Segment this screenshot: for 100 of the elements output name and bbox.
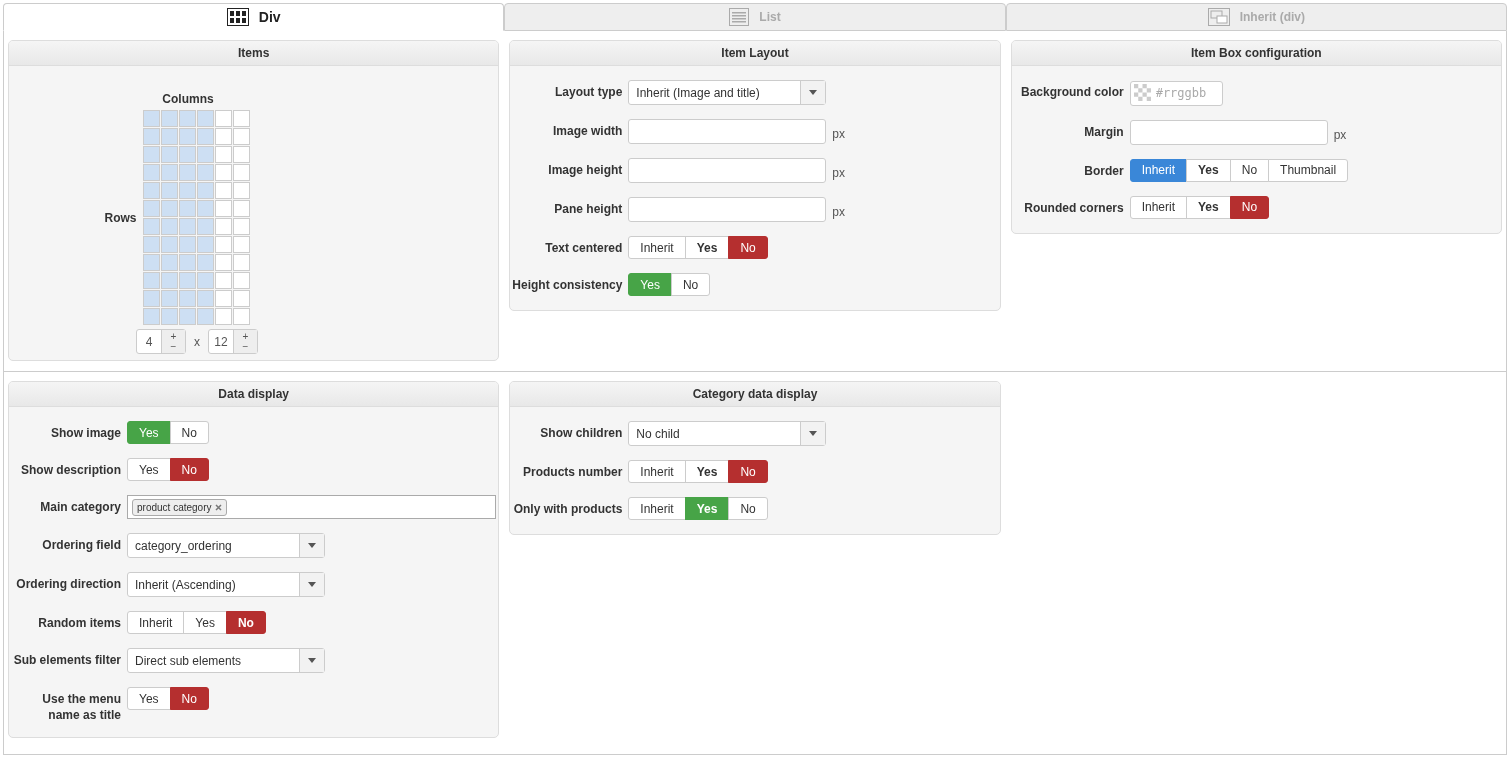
toggle-option[interactable]: No bbox=[728, 497, 768, 520]
toggle-option[interactable]: Yes bbox=[684, 236, 730, 259]
number-spinner[interactable]: 12 + − bbox=[208, 329, 258, 354]
grid-cell[interactable] bbox=[196, 254, 214, 271]
grid-cell[interactable] bbox=[142, 254, 160, 271]
grid-cell[interactable] bbox=[160, 308, 178, 325]
grid-cell[interactable] bbox=[232, 236, 250, 253]
grid-cell[interactable] bbox=[196, 110, 214, 127]
grid-cell[interactable] bbox=[142, 110, 160, 127]
grid-cell[interactable] bbox=[160, 272, 178, 289]
toggle-option[interactable]: Thumbnail bbox=[1268, 158, 1349, 182]
grid-cell[interactable] bbox=[178, 254, 196, 271]
input-field[interactable] bbox=[1129, 119, 1328, 145]
toggle-option[interactable]: No bbox=[670, 273, 711, 296]
grid-cell[interactable] bbox=[178, 236, 196, 253]
grid-cell[interactable] bbox=[142, 164, 160, 181]
grid-cell[interactable] bbox=[232, 146, 250, 163]
grid-cell[interactable] bbox=[232, 128, 250, 145]
grid-cell[interactable] bbox=[178, 290, 196, 307]
grid-cell[interactable] bbox=[160, 146, 178, 163]
grid-cell[interactable] bbox=[160, 128, 178, 145]
grid-cell[interactable] bbox=[142, 200, 160, 217]
grid-cell[interactable] bbox=[178, 110, 196, 127]
dropdown[interactable]: No child bbox=[628, 421, 827, 446]
grid-cell[interactable] bbox=[214, 110, 232, 127]
grid-cell[interactable] bbox=[214, 146, 232, 163]
input-field[interactable] bbox=[628, 197, 827, 222]
tag-field[interactable]: product category bbox=[127, 495, 497, 519]
grid-cell[interactable] bbox=[232, 200, 250, 217]
grid-cell[interactable] bbox=[232, 272, 250, 289]
toggle-option[interactable]: No bbox=[169, 458, 209, 481]
grid-cell[interactable] bbox=[196, 182, 214, 199]
minus-icon[interactable]: − bbox=[242, 341, 249, 352]
grid-cell[interactable] bbox=[178, 200, 196, 217]
grid-cell[interactable] bbox=[196, 290, 214, 307]
grid-cell[interactable] bbox=[160, 110, 178, 127]
toggle-option[interactable]: No bbox=[169, 421, 209, 444]
grid-cell[interactable] bbox=[142, 308, 160, 325]
grid-cell[interactable] bbox=[142, 128, 160, 145]
toggle-option[interactable]: Yes bbox=[127, 687, 171, 710]
grid-cell[interactable] bbox=[214, 290, 232, 307]
grid-cell[interactable] bbox=[142, 236, 160, 253]
grid-cell[interactable] bbox=[142, 182, 160, 199]
toggle-option[interactable]: Inherit bbox=[628, 236, 686, 259]
grid-cell[interactable] bbox=[214, 164, 232, 181]
toggle-option[interactable]: Inherit bbox=[1129, 195, 1187, 219]
grid-cell[interactable] bbox=[160, 236, 178, 253]
dropdown[interactable]: category_ordering bbox=[127, 533, 325, 558]
grid-cell[interactable] bbox=[142, 218, 160, 235]
toggle-option[interactable]: Inherit bbox=[628, 460, 686, 483]
grid-cell[interactable] bbox=[196, 308, 214, 325]
tab[interactable]: Div bbox=[3, 3, 505, 31]
dropdown[interactable]: Direct sub elements bbox=[127, 648, 325, 673]
plus-icon[interactable]: + bbox=[170, 331, 177, 342]
toggle-option[interactable]: Inherit bbox=[628, 497, 686, 520]
minus-icon[interactable]: − bbox=[170, 341, 177, 352]
grid-cell[interactable] bbox=[160, 290, 178, 307]
toggle-option[interactable]: No bbox=[169, 687, 209, 710]
grid-cell[interactable] bbox=[214, 218, 232, 235]
toggle-option[interactable]: Yes bbox=[684, 460, 730, 483]
toggle-option[interactable]: Inherit bbox=[1129, 158, 1187, 182]
toggle-option[interactable]: Yes bbox=[183, 611, 227, 634]
grid-cell[interactable] bbox=[196, 200, 214, 217]
toggle-option[interactable]: No bbox=[1229, 195, 1270, 219]
grid-cell[interactable] bbox=[160, 182, 178, 199]
grid-cell[interactable] bbox=[178, 182, 196, 199]
toggle-option[interactable]: Yes bbox=[1186, 158, 1231, 182]
grid-cell[interactable] bbox=[232, 110, 250, 127]
toggle-option[interactable]: No bbox=[1229, 158, 1270, 182]
toggle-option[interactable]: No bbox=[728, 460, 768, 483]
grid-cell[interactable] bbox=[214, 254, 232, 271]
toggle-option[interactable]: Inherit bbox=[127, 611, 185, 634]
grid-cell[interactable] bbox=[214, 272, 232, 289]
grid-cell[interactable] bbox=[196, 146, 214, 163]
grid-cell[interactable] bbox=[196, 164, 214, 181]
grid-cell[interactable] bbox=[160, 218, 178, 235]
grid-cell[interactable] bbox=[214, 200, 232, 217]
grid-cell[interactable] bbox=[214, 182, 232, 199]
toggle-option[interactable]: No bbox=[728, 236, 768, 259]
grid-cell[interactable] bbox=[160, 254, 178, 271]
grid-cell[interactable] bbox=[232, 308, 250, 325]
grid-cell[interactable] bbox=[196, 218, 214, 235]
input-field[interactable] bbox=[628, 158, 827, 183]
grid-cell[interactable] bbox=[196, 128, 214, 145]
grid-cell[interactable] bbox=[214, 128, 232, 145]
grid-cell[interactable] bbox=[178, 218, 196, 235]
toggle-option[interactable]: Yes bbox=[127, 458, 171, 481]
input-field[interactable] bbox=[628, 119, 827, 144]
grid-cell[interactable] bbox=[232, 164, 250, 181]
plus-icon[interactable]: + bbox=[242, 331, 249, 342]
grid-cell[interactable] bbox=[214, 236, 232, 253]
grid-cell[interactable] bbox=[178, 308, 196, 325]
grid-cell[interactable] bbox=[178, 164, 196, 181]
grid-cell[interactable] bbox=[196, 236, 214, 253]
grid-cell[interactable] bbox=[142, 146, 160, 163]
grid-cell[interactable] bbox=[178, 146, 196, 163]
dropdown[interactable]: Inherit (Image and title) bbox=[628, 80, 827, 105]
grid-cell[interactable] bbox=[232, 218, 250, 235]
grid-cell[interactable] bbox=[232, 182, 250, 199]
grid-cell[interactable] bbox=[232, 254, 250, 271]
